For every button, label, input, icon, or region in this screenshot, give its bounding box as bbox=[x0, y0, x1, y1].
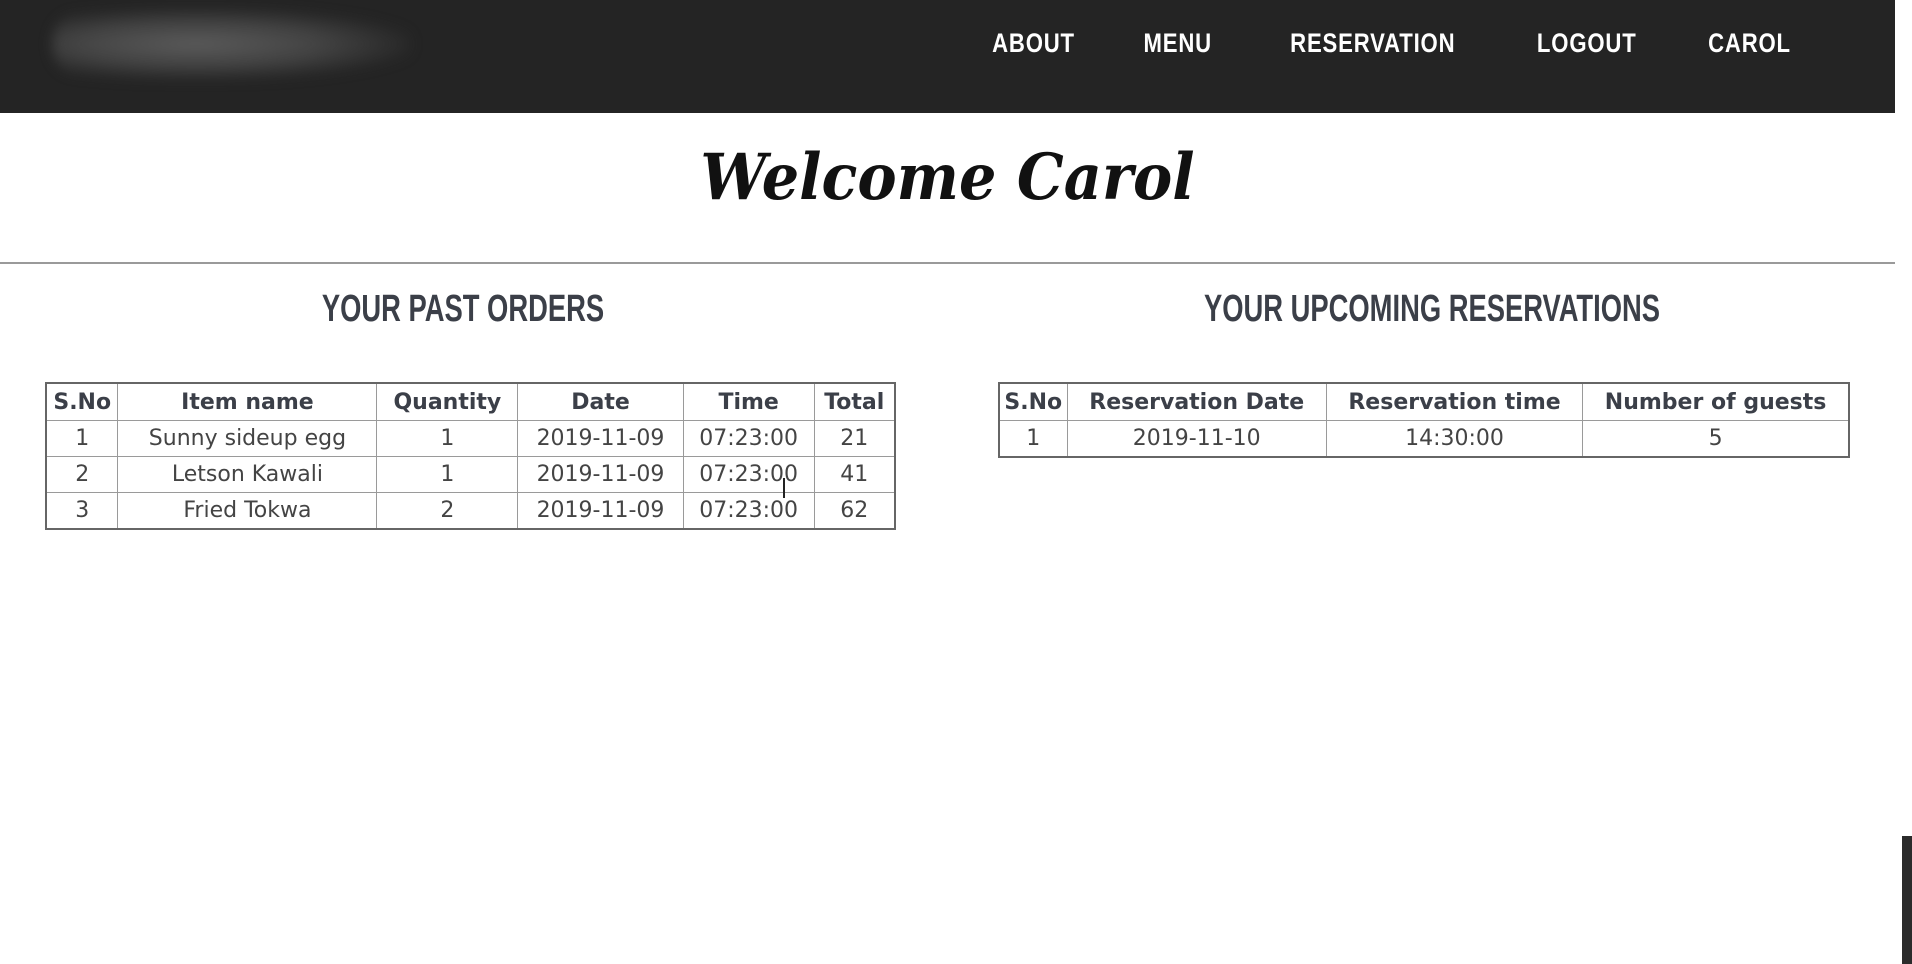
column-header: S.No bbox=[998, 382, 1068, 421]
column-header: Reservation time bbox=[1325, 382, 1584, 421]
table-cell: 07:23:00 bbox=[682, 456, 815, 493]
column-header: Number of guests bbox=[1582, 382, 1850, 421]
table-cell: 2 bbox=[376, 492, 519, 530]
table-cell: 1 bbox=[376, 456, 519, 493]
past-orders-title: YOUR PAST ORDERS bbox=[321, 288, 605, 330]
past-orders-table: S.No Item name Quantity Date Time Total … bbox=[45, 382, 896, 530]
table-cell: 07:23:00 bbox=[682, 420, 815, 457]
column-header: S.No bbox=[45, 382, 119, 421]
table-cell: 2019-11-09 bbox=[517, 456, 684, 493]
table-cell: 3 bbox=[45, 492, 119, 530]
table-header-row: S.No Reservation Date Reservation time N… bbox=[998, 382, 1850, 421]
table-cell: 07:23:00 bbox=[682, 492, 815, 530]
table-header-row: S.No Item name Quantity Date Time Total bbox=[45, 382, 896, 421]
top-navbar: ABOUT MENU RESERVATION LOGOUT CAROL bbox=[0, 0, 1895, 113]
table-row: 3 Fried Tokwa 2 2019-11-09 07:23:00 62 bbox=[45, 492, 896, 530]
table-cell: Sunny sideup egg bbox=[117, 420, 378, 457]
reservations-table: S.No Reservation Date Reservation time N… bbox=[998, 382, 1850, 458]
table-cell: 1 bbox=[45, 420, 119, 457]
table-row: 1 2019-11-10 14:30:00 5 bbox=[998, 420, 1850, 458]
table-cell: 1 bbox=[998, 420, 1068, 458]
column-header: Date bbox=[517, 382, 684, 421]
section-divider bbox=[0, 262, 1895, 264]
table-cell: 14:30:00 bbox=[1325, 420, 1584, 458]
table-cell: 5 bbox=[1582, 420, 1850, 458]
table-row: 2 Letson Kawali 1 2019-11-09 07:23:00 41 bbox=[45, 456, 896, 493]
table-cell: Letson Kawali bbox=[117, 456, 378, 493]
scrollbar-thumb[interactable] bbox=[1902, 836, 1912, 964]
table-cell: 62 bbox=[813, 492, 896, 530]
nav-about-link[interactable]: ABOUT bbox=[993, 28, 1076, 59]
table-cell: Fried Tokwa bbox=[117, 492, 378, 530]
table-cell: 2 bbox=[45, 456, 119, 493]
table-cell: 2019-11-09 bbox=[517, 420, 684, 457]
nav-user-link[interactable]: CAROL bbox=[1708, 28, 1791, 59]
text-cursor-icon bbox=[783, 478, 785, 498]
column-header: Quantity bbox=[376, 382, 519, 421]
table-row: 1 Sunny sideup egg 1 2019-11-09 07:23:00… bbox=[45, 420, 896, 457]
column-header: Total bbox=[813, 382, 896, 421]
nav-reservation-link[interactable]: RESERVATION bbox=[1290, 28, 1455, 59]
table-cell: 2019-11-09 bbox=[517, 492, 684, 530]
table-cell: 2019-11-10 bbox=[1066, 420, 1327, 458]
column-header: Time bbox=[682, 382, 815, 421]
nav-logout-link[interactable]: LOGOUT bbox=[1536, 28, 1636, 59]
welcome-heading: Welcome Carol bbox=[700, 140, 1195, 215]
column-header: Reservation Date bbox=[1066, 382, 1327, 421]
nav-menu: ABOUT MENU RESERVATION LOGOUT CAROL bbox=[983, 28, 1800, 59]
table-cell: 1 bbox=[376, 420, 519, 457]
nav-menu-link[interactable]: MENU bbox=[1144, 28, 1212, 59]
page-scrollbar[interactable] bbox=[1895, 0, 1912, 964]
reservations-title: YOUR UPCOMING RESERVATIONS bbox=[1203, 288, 1661, 330]
logo-blurred[interactable] bbox=[52, 8, 412, 80]
table-cell: 41 bbox=[813, 456, 896, 493]
column-header: Item name bbox=[117, 382, 378, 421]
table-cell: 21 bbox=[813, 420, 896, 457]
